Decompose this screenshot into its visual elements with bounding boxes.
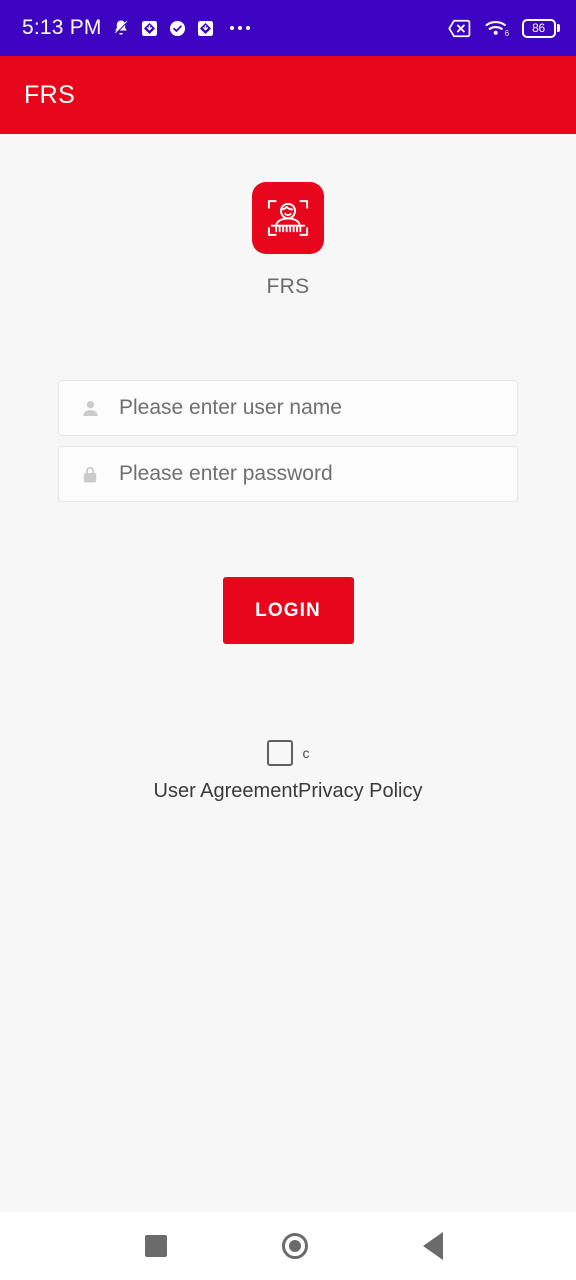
login-button[interactable]: LOGIN bbox=[222, 577, 354, 644]
user-agreement-link[interactable]: User Agreement bbox=[154, 780, 299, 803]
bell-muted-icon bbox=[114, 20, 129, 35]
diamond-arrow-icon bbox=[197, 20, 213, 36]
app-title: FRS bbox=[24, 80, 76, 109]
more-dots-icon bbox=[229, 26, 250, 30]
check-circle-icon bbox=[169, 20, 185, 36]
agreement-inline-label: c bbox=[302, 745, 310, 761]
login-form bbox=[58, 380, 518, 502]
status-bar-right: 6 86 bbox=[447, 18, 560, 38]
app-bar: FRS bbox=[0, 56, 576, 134]
home-circle-icon[interactable] bbox=[282, 1233, 308, 1259]
back-triangle-icon[interactable] bbox=[423, 1232, 443, 1260]
login-screen: FRS LOGIN c User A bbox=[0, 134, 576, 1212]
diamond-arrow-icon bbox=[141, 20, 157, 36]
logo-caption: FRS bbox=[266, 275, 310, 298]
username-field[interactable] bbox=[58, 380, 518, 436]
android-nav-bar bbox=[0, 1212, 576, 1280]
face-recognition-icon bbox=[252, 182, 324, 254]
branding: FRS bbox=[252, 182, 324, 299]
recents-square-icon[interactable] bbox=[145, 1235, 167, 1257]
svg-text:6: 6 bbox=[504, 29, 508, 38]
legal-links: User Agreement Privacy Policy bbox=[154, 780, 423, 803]
lock-icon bbox=[77, 464, 103, 485]
status-bar: 5:13 PM 6 86 bbox=[0, 0, 576, 56]
status-time: 5:13 PM bbox=[22, 16, 102, 39]
person-icon bbox=[77, 398, 103, 419]
password-field[interactable] bbox=[58, 446, 518, 502]
battery-indicator: 86 bbox=[521, 18, 560, 38]
no-sim-icon bbox=[447, 19, 470, 37]
battery-level: 86 bbox=[521, 18, 556, 38]
agreement-checkbox[interactable] bbox=[266, 740, 293, 766]
status-bar-left: 5:13 PM bbox=[22, 16, 250, 40]
privacy-policy-link[interactable]: Privacy Policy bbox=[298, 780, 422, 803]
password-input[interactable] bbox=[119, 462, 499, 486]
username-input[interactable] bbox=[119, 396, 499, 420]
wifi-6-icon: 6 bbox=[485, 21, 509, 38]
agreement-row: c bbox=[266, 740, 310, 766]
